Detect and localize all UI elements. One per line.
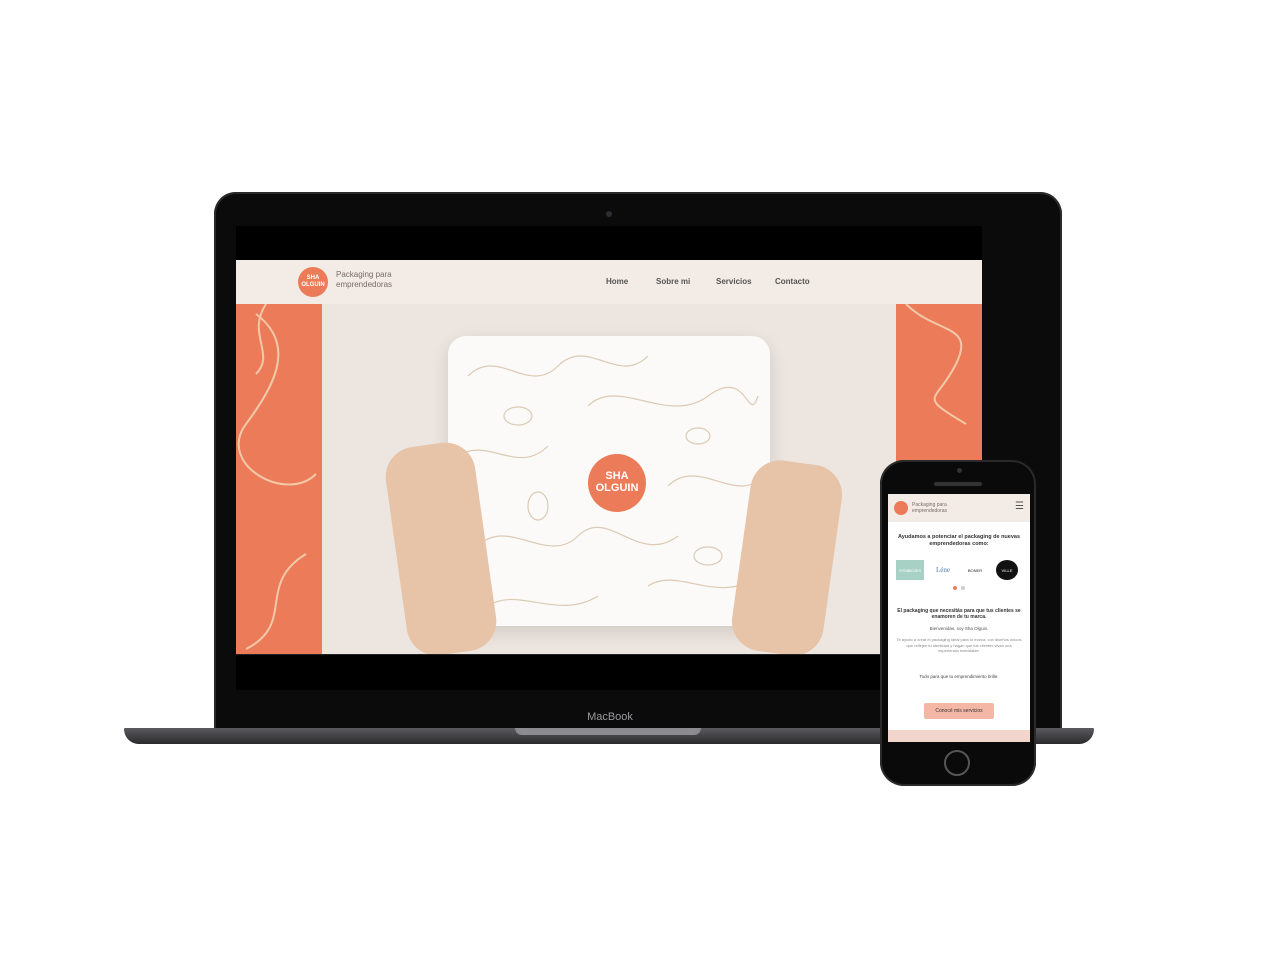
brand-logo-4: VILLE bbox=[996, 560, 1018, 580]
brand-logo-2: Léne bbox=[936, 566, 950, 574]
nav-sobre-mi[interactable]: Sobre mi bbox=[656, 277, 690, 286]
nav-servicios[interactable]: Servicios bbox=[716, 277, 752, 286]
hero-section: SHA OLGUIN bbox=[236, 304, 982, 660]
browser-bottom-bar bbox=[236, 654, 982, 690]
mobile-logo[interactable] bbox=[894, 501, 908, 515]
phone-speaker bbox=[934, 482, 982, 486]
laptop-screen: SHA OLGUIN Packaging para emprendedoras … bbox=[236, 226, 982, 690]
site-header: SHA OLGUIN Packaging para emprendedoras … bbox=[236, 260, 982, 304]
brand-logo-3: BONER bbox=[967, 567, 983, 573]
nav-contacto[interactable]: Contacto bbox=[775, 277, 810, 286]
brand-carousel[interactable]: SYMBIOSIS Léne BONER VILLE bbox=[896, 560, 1022, 582]
mobile-headline: Ayudamos a potenciar el packaging de nue… bbox=[897, 534, 1021, 547]
package-logo-text: SHA OLGUIN bbox=[595, 470, 639, 494]
site-tagline: Packaging para emprendedoras bbox=[336, 270, 393, 289]
carousel-dot[interactable] bbox=[961, 586, 965, 590]
carousel-dot-active[interactable] bbox=[953, 586, 957, 590]
phone-camera bbox=[957, 468, 962, 473]
mobile-greeting: Bienvenidas, soy Sha Olguin. bbox=[929, 626, 989, 631]
mobile-subheadline: El packaging que necesitás para que tus … bbox=[897, 608, 1021, 620]
package-logo: SHA OLGUIN bbox=[588, 454, 646, 512]
laptop-camera bbox=[606, 211, 612, 217]
browser-top-bar bbox=[236, 226, 982, 261]
services-cta-button[interactable]: Conocé mis servicios bbox=[924, 703, 994, 719]
package-image: SHA OLGUIN bbox=[448, 336, 770, 626]
brand-logo-1: SYMBIOSIS bbox=[896, 560, 924, 580]
nav-home[interactable]: Home bbox=[606, 277, 628, 286]
phone-screen: Packaging para emprendedoras ☰ Ayudamos … bbox=[888, 494, 1030, 742]
mobile-bottom-image bbox=[888, 730, 1030, 742]
mobile-body: Te ayudo a crear el packaging ideal para… bbox=[896, 637, 1022, 653]
laptop-brand: MacBook bbox=[587, 711, 633, 723]
line-art-left bbox=[237, 304, 317, 650]
hamburger-menu-icon[interactable]: ☰ bbox=[1015, 502, 1024, 512]
logo-text: SHA OLGUIN bbox=[301, 275, 325, 288]
mobile-tagline: Packaging para emprendedoras bbox=[912, 502, 948, 514]
mobile-header: Packaging para emprendedoras ☰ bbox=[888, 494, 1030, 522]
phone-home-button bbox=[944, 750, 970, 776]
laptop-notch bbox=[515, 728, 701, 735]
decorative-panel-left bbox=[236, 304, 322, 654]
site-logo[interactable]: SHA OLGUIN bbox=[298, 267, 328, 297]
mobile-tagline-2: Todo para que tu emprendimiento brille. bbox=[919, 674, 999, 679]
